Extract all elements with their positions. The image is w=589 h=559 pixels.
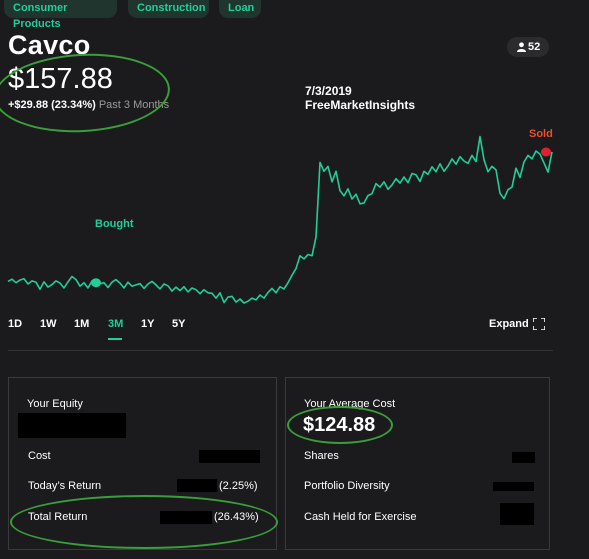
cash-held-label: Cash Held for Exercise	[304, 511, 417, 523]
period-1w[interactable]: 1W	[40, 318, 57, 330]
shares-value-redacted	[512, 452, 535, 463]
todays-return-value-redacted	[177, 479, 217, 492]
followers-badge[interactable]: 52	[507, 37, 549, 57]
cost-value-redacted	[199, 450, 260, 463]
period-1d[interactable]: 1D	[8, 318, 22, 330]
equity-title: Your Equity	[27, 398, 83, 410]
tag-consumer-products[interactable]: Consumer Products	[4, 0, 117, 30]
portfolio-diversity-redacted	[493, 482, 534, 491]
bought-marker	[91, 278, 101, 288]
cost-label: Cost	[28, 450, 51, 462]
annotation-source: FreeMarketInsights	[305, 98, 416, 112]
total-return-highlight-circle	[10, 495, 278, 549]
average-cost-highlight-circle	[287, 406, 393, 444]
cash-held-redacted	[500, 503, 534, 525]
todays-return-label: Today’s Return	[28, 480, 102, 492]
section-divider	[8, 350, 553, 351]
price-chart[interactable]	[0, 125, 560, 310]
price-line	[7, 135, 553, 304]
annotation-date: 7/3/2019	[305, 84, 352, 98]
followers-count: 52	[528, 41, 541, 53]
period-5y[interactable]: 5Y	[172, 318, 185, 330]
active-period-indicator	[108, 338, 122, 340]
todays-return-percent: (2.25%)	[219, 480, 258, 492]
period-3m[interactable]: 3M	[108, 318, 123, 330]
expand-button[interactable]: Expand	[489, 318, 529, 330]
tag-loan[interactable]: Loan	[219, 0, 261, 18]
shares-label: Shares	[304, 450, 339, 462]
portfolio-diversity-label: Portfolio Diversity	[304, 480, 390, 492]
person-icon	[517, 42, 526, 52]
expand-icon[interactable]	[533, 318, 545, 330]
sold-marker	[541, 147, 551, 157]
tag-construction[interactable]: Construction	[128, 0, 209, 18]
period-1y[interactable]: 1Y	[141, 318, 154, 330]
equity-value-redacted	[18, 413, 126, 438]
period-1m[interactable]: 1M	[74, 318, 89, 330]
